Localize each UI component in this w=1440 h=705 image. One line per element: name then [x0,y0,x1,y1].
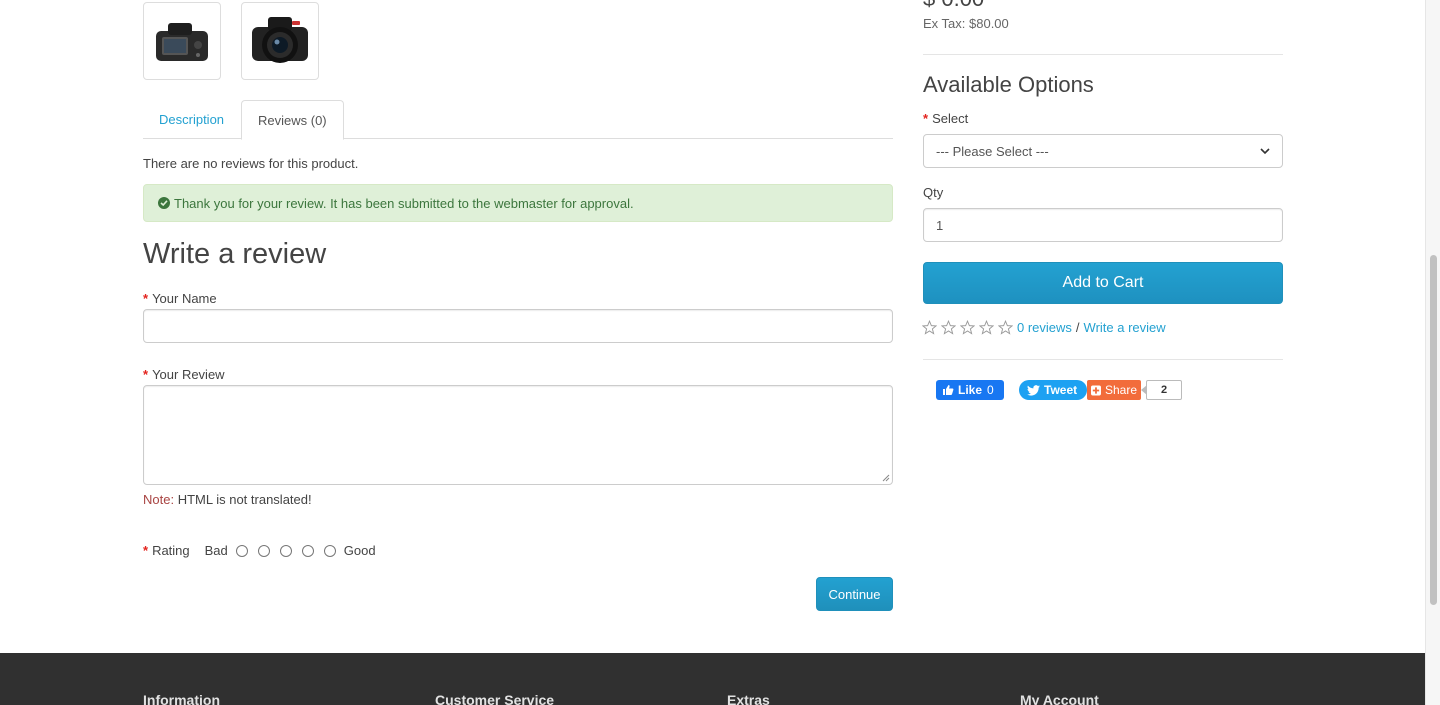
thumbnail-camera-front[interactable] [241,2,319,80]
ex-tax-price: Ex Tax: $80.00 [923,16,1009,31]
star-empty-icon [941,320,956,335]
share-button[interactable]: Share [1087,380,1141,400]
note-text: HTML is not translated! [177,492,312,507]
your-review-label: * Your Review [143,367,225,382]
star-empty-icon [998,320,1013,335]
available-options-heading: Available Options [923,72,1094,97]
your-review-textarea[interactable] [143,385,893,485]
write-review-heading: Write a review [143,238,327,270]
like-label: Like [958,383,983,397]
no-reviews-text: There are no reviews for this product. [143,156,359,171]
qty-input[interactable]: 1 [923,208,1283,242]
required-marker: * [923,111,929,126]
required-marker: * [143,367,149,382]
share-count: 2 [1146,380,1182,400]
reviews-count-link[interactable]: 0 reviews [1017,320,1072,335]
write-review-link[interactable]: Write a review [1084,320,1166,335]
plus-icon [1091,385,1101,395]
qty-label: Qty [923,185,944,200]
rating-radio-5[interactable] [323,544,336,557]
footer-heading-extras: Extras [727,692,770,705]
rating-radio-4[interactable] [301,544,314,557]
rating-bad-label: Bad [204,543,228,558]
note-label: Note: [143,492,175,507]
chevron-down-icon [1260,147,1270,154]
rating-radio-2[interactable] [257,544,270,557]
select-label: * Select [923,111,968,126]
html-note: Note: HTML is not translated! [143,492,312,507]
page-scrollbar[interactable] [1425,0,1440,705]
star-empty-icon [960,320,975,335]
footer-heading-my-account: My Account [1020,692,1099,705]
link-separator: / [1075,320,1080,335]
rating-label: Rating [152,543,190,558]
select-label-text: Select [932,111,969,126]
your-review-label-text: Your Review [152,367,225,382]
required-marker: * [143,291,149,306]
camera-front-image [252,17,308,63]
add-to-cart-button[interactable]: Add to Cart [923,262,1283,304]
divider [923,359,1283,360]
share-label: Share [1104,383,1137,397]
rating-radio-1[interactable] [235,544,248,557]
success-alert-text: Thank you for your review. It has been s… [174,195,634,211]
qty-value: 1 [936,217,944,233]
twitter-bird-icon [1027,384,1040,396]
rating-radio-3[interactable] [279,544,292,557]
rating-good-label: Good [343,543,376,558]
tab-description[interactable]: Description [143,100,240,139]
site-footer: Information Customer Service Extras My A… [0,653,1425,705]
product-tabs: Description Reviews (0) [143,100,893,140]
facebook-like-button[interactable]: Like 0 [936,380,1004,400]
footer-heading-information: Information [143,692,220,705]
thumbs-up-icon [943,385,954,395]
your-name-label: * Your Name [143,291,217,306]
divider [923,54,1283,55]
rating-field: * Rating Bad Good [143,543,376,558]
tab-reviews[interactable]: Reviews (0) [241,100,344,140]
option-select-value: --- Please Select --- [936,143,1049,159]
check-circle-icon [158,197,170,209]
product-price: $ 0.00 [923,0,984,12]
camera-back-image [156,23,208,61]
your-name-input[interactable] [143,309,893,343]
success-alert: Thank you for your review. It has been s… [143,184,893,222]
footer-heading-customer-service: Customer Service [435,692,555,705]
option-select[interactable]: --- Please Select --- [923,134,1283,168]
star-empty-icon [922,320,937,335]
like-count: 0 [987,383,994,397]
required-marker: * [143,543,149,558]
resize-grip-icon[interactable] [882,474,890,482]
star-empty-icon [979,320,994,335]
scrollbar-thumb[interactable] [1430,255,1437,605]
tweet-label: Tweet [1044,383,1078,397]
thumbnail-camera-back[interactable] [143,2,221,80]
tweet-button[interactable]: Tweet [1019,380,1087,400]
rating-summary: 0 reviews / Write a review [922,320,1166,335]
your-name-label-text: Your Name [152,291,217,306]
continue-button[interactable]: Continue [816,577,893,611]
